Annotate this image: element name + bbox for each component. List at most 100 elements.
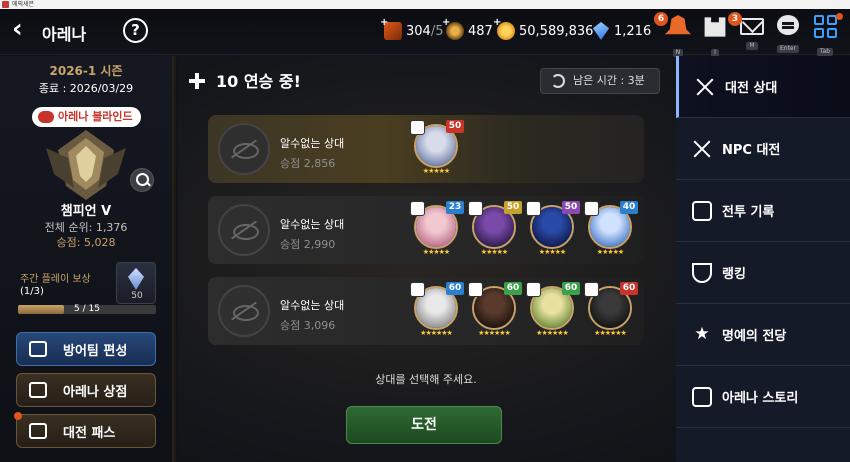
hero-class-icon xyxy=(410,201,425,216)
resource-laurel[interactable]: + 487 xyxy=(442,17,493,42)
crystal-reward-icon xyxy=(128,268,144,290)
hero-portrait: 50 ★★★★★ xyxy=(410,120,464,175)
menu-battle-log[interactable]: 전투 기록 xyxy=(676,180,850,242)
menu-opponents[interactable]: 대전 상대 xyxy=(676,56,850,118)
hero-level: 50 xyxy=(446,120,464,133)
hero-stars: ★★★★★ xyxy=(596,248,624,256)
opponent-card[interactable]: 알수없는 상대 승점 2,990 23 ★★★★★ 50 ★★★★★ 50 ★★★★★ 40 ★★… xyxy=(208,196,644,264)
grid-menu-icon xyxy=(813,15,837,38)
chat-button[interactable]: Enter xyxy=(770,15,806,55)
hidden-eye-icon xyxy=(218,123,270,175)
challenge-button[interactable]: 도전 xyxy=(346,406,502,444)
resource-value: 487 xyxy=(468,23,493,39)
hero-level: 50 xyxy=(562,201,580,214)
hero-portrait: 60 ★★★★★★ xyxy=(526,282,580,337)
hero-class-icon xyxy=(410,282,425,297)
menu-npc-battle[interactable]: NPC 대전 xyxy=(676,118,850,180)
win-streak-title: 10 연승 중! xyxy=(188,68,301,92)
resource-value: 304 xyxy=(406,23,431,39)
window-title: 에픽세븐 xyxy=(12,1,35,8)
arena-score: 승점: 5,028 xyxy=(56,236,116,249)
laurel-icon: + xyxy=(442,17,464,40)
page-title: 아레나 xyxy=(42,25,87,44)
hero-level: 23 xyxy=(446,201,464,214)
rank-name: 챔피언 V xyxy=(60,204,112,219)
hidden-eye-icon xyxy=(218,204,270,256)
defense-team-button[interactable]: 방어팀 편성 xyxy=(16,332,156,366)
hotkey-label: M xyxy=(746,42,758,50)
opponent-name: 알수없는 상대 xyxy=(280,218,345,231)
resource-stamina[interactable]: + 304 /5 xyxy=(380,17,443,42)
hero-class-icon xyxy=(410,120,425,135)
opponent-card[interactable]: 알수없는 상대 승점 2,856 50 ★★★★★ xyxy=(208,115,644,183)
hero-stars: ★★★★★ xyxy=(480,248,508,256)
gold-coin-icon: + xyxy=(493,17,515,40)
blind-mask-icon xyxy=(38,111,54,123)
mail-badge: 3 xyxy=(728,12,742,26)
season-end-date: 종료 : 2026/03/29 xyxy=(38,82,134,95)
menu-label: 대전 상대 xyxy=(725,81,778,96)
hero-stars: ★★★★★★ xyxy=(536,329,569,337)
hero-portrait: 60 ★★★★★★ xyxy=(410,282,464,337)
hero-portrait: 60 ★★★★★★ xyxy=(584,282,638,337)
magnifier-icon[interactable] xyxy=(130,168,154,192)
bell-icon xyxy=(665,15,691,35)
menu-arena-story[interactable]: 아레나 스토리 xyxy=(676,366,850,428)
resource-value: 50,589,836 xyxy=(519,23,594,39)
menu-hall-of-fame[interactable]: ★ 명예의 전당 xyxy=(676,304,850,366)
hero-stars: ★★★★★★ xyxy=(420,329,453,337)
progress-text: 5 / 15 xyxy=(74,304,100,314)
weekly-reward-label: 주간 플레이 보상 xyxy=(20,274,91,285)
hero-class-icon xyxy=(584,282,599,297)
hero-portrait: 40 ★★★★★ xyxy=(584,201,638,256)
hotkey-label: Tab xyxy=(816,48,834,56)
hero-portrait: 23 ★★★★★ xyxy=(410,201,464,256)
menu-button[interactable]: Tab xyxy=(807,13,843,56)
scales-icon xyxy=(29,382,47,398)
hero-class-icon xyxy=(468,282,483,297)
opponent-card[interactable]: 알수없는 상대 승점 3,096 60 ★★★★★★ 60 ★★★★★★ 60 ★★★★★★ 6… xyxy=(208,277,644,345)
window-titlebar: 에픽세븐 xyxy=(0,0,850,9)
hero-stars: ★★★★★★ xyxy=(478,329,511,337)
select-opponent-prompt: 상대를 선택해 주세요. xyxy=(375,373,477,386)
hero-class-icon xyxy=(584,201,599,216)
back-arrow-icon[interactable]: ‹ xyxy=(12,16,38,43)
resource-gold[interactable]: + 50,589,836 xyxy=(493,17,594,42)
profile-panel: 2026-1 시즌 종료 : 2026/03/29 아레나 블라인드 챔피언 V… xyxy=(0,56,172,462)
refresh-timer-button[interactable]: 남은 시간 : 3분 xyxy=(540,68,660,94)
crossed-swords-icon xyxy=(695,77,715,97)
menu-ranking[interactable]: 랭킹 xyxy=(676,242,850,304)
alert-dot xyxy=(14,412,22,420)
hero-stars: ★★★★★ xyxy=(422,248,450,256)
button-label: 방어팀 편성 xyxy=(63,343,128,359)
win-streak-text: 10 연승 중! xyxy=(216,72,301,91)
champion-rank-emblem-icon xyxy=(46,130,126,200)
hero-portrait: 50 ★★★★★ xyxy=(468,201,522,256)
menu-alert-dot xyxy=(836,13,843,20)
hero-stars: ★★★★★★ xyxy=(594,329,627,337)
crossed-swords-icon: + xyxy=(380,17,402,40)
laurel-star-icon: ★ xyxy=(694,323,710,344)
opponent-score: 승점 2,990 xyxy=(280,238,336,251)
arena-screen: 에픽세븐 ‹ 아레나 ? + 304 /5 + 487 + 50,589,836… xyxy=(0,0,850,462)
weekly-progress-bar: 5 / 15 xyxy=(18,304,156,314)
battle-pass-button[interactable]: 대전 패스 xyxy=(14,412,156,448)
arena-blind-label: 아레나 블라인드 xyxy=(58,110,133,123)
shield-icon xyxy=(29,341,47,357)
resource-crystal[interactable]: 1,216 xyxy=(592,20,651,42)
weekly-reward-item[interactable]: 50 xyxy=(116,262,156,304)
notification-button[interactable]: 6 N xyxy=(654,12,696,57)
hero-class-icon xyxy=(468,201,483,216)
team-icon xyxy=(704,17,726,37)
menu-label: 명예의 전당 xyxy=(722,329,787,344)
hero-stars: ★★★★★ xyxy=(538,248,566,256)
opponent-name: 알수없는 상대 xyxy=(280,299,345,312)
menu-label: 전투 기록 xyxy=(722,205,775,220)
help-icon[interactable]: ? xyxy=(123,18,148,43)
mail-button[interactable]: 3 M xyxy=(728,12,770,55)
opponent-score: 승점 3,096 xyxy=(280,319,336,332)
arena-shop-button[interactable]: 아레나 상점 xyxy=(16,373,156,407)
chat-icon xyxy=(777,15,799,35)
hotkey-label: Enter xyxy=(776,45,800,53)
opponent-name: 알수없는 상대 xyxy=(280,137,345,150)
